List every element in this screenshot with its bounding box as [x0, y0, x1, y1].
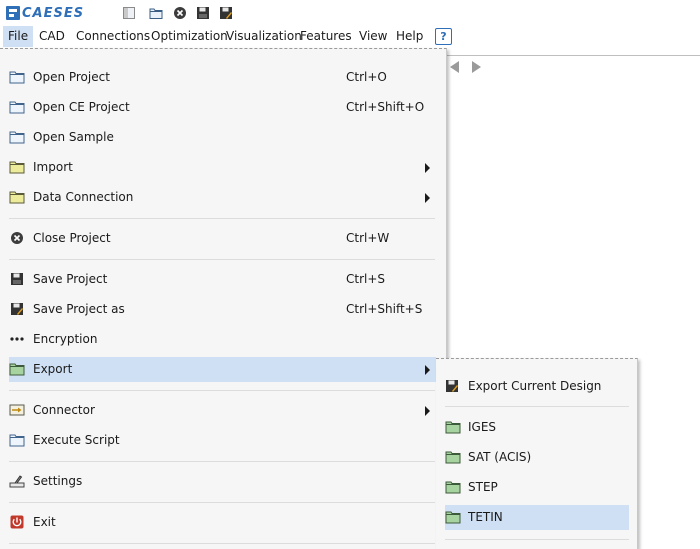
app-logo: CAESES — [6, 5, 84, 21]
menu-help[interactable]: Help — [391, 26, 428, 47]
logo-mark-icon — [6, 6, 20, 20]
submenu-arrow-icon — [425, 193, 430, 203]
submenu-step[interactable]: STEP — [445, 475, 629, 500]
submenu-iges-label: IGES — [468, 420, 497, 434]
menubar: File CAD Connections Optimization Visual… — [0, 26, 700, 48]
save-as-icon — [11, 303, 23, 315]
green-folder-icon — [445, 511, 461, 524]
menu-save-project-as[interactable]: Save Project as Ctrl+Shift+S — [0, 297, 436, 322]
menu-open-ce-project-shortcut: Ctrl+Shift+O — [346, 100, 425, 114]
settings-icon — [9, 475, 25, 488]
menu-save-project-as-shortcut: Ctrl+Shift+S — [346, 302, 423, 316]
menu-features[interactable]: Features — [295, 26, 357, 47]
submenu-tetin[interactable]: TETIN — [445, 505, 629, 530]
help-button[interactable]: ? — [435, 28, 452, 45]
save-icon[interactable] — [196, 6, 210, 20]
green-folder-icon — [445, 421, 461, 434]
save-as-icon — [446, 380, 458, 392]
menu-connections[interactable]: Connections — [71, 26, 155, 47]
menu-optimization[interactable]: Optimization — [146, 26, 233, 47]
submenu-step-label: STEP — [468, 480, 498, 494]
menu-connector[interactable]: Connector — [0, 398, 436, 423]
menu-close-project[interactable]: Close Project Ctrl+W — [0, 226, 436, 251]
menu-separator — [9, 218, 435, 219]
menu-settings-label: Settings — [33, 474, 83, 488]
menu-visualization[interactable]: Visualization — [221, 26, 307, 47]
submenu-arrow-icon — [425, 365, 430, 375]
menu-execute-script-label: Execute Script — [33, 433, 120, 447]
yellow-folder-icon — [9, 191, 25, 204]
menu-exit-label: Exit — [33, 515, 56, 529]
toolbar: CAESES — [0, 0, 700, 26]
menu-save-project[interactable]: Save Project Ctrl+S — [0, 267, 436, 292]
submenu-export-current-design-label: Export Current Design — [468, 379, 602, 393]
menu-open-ce-project-label: Open CE Project — [33, 100, 130, 114]
menu-file[interactable]: File — [3, 26, 34, 47]
menu-separator — [9, 390, 435, 391]
menu-encryption[interactable]: Encryption — [0, 327, 436, 352]
menu-open-ce-project[interactable]: Open CE Project Ctrl+Shift+O — [0, 95, 436, 120]
save-as-icon[interactable] — [219, 6, 233, 20]
green-folder-icon — [445, 481, 461, 494]
menu-cad[interactable]: CAD — [34, 26, 70, 47]
open-folder-icon[interactable] — [149, 6, 163, 20]
folder-open-icon — [9, 101, 25, 114]
menu-import[interactable]: Import — [0, 155, 436, 180]
menu-close-project-label: Close Project — [33, 231, 111, 245]
export-submenu: Export Current Design IGES SAT (ACIS) ST… — [436, 358, 638, 549]
close-circle-icon — [11, 232, 23, 244]
logo-text: CAESES — [22, 5, 85, 21]
menu-connector-label: Connector — [33, 403, 95, 417]
submenu-sat[interactable]: SAT (ACIS) — [445, 445, 629, 470]
menu-close-project-shortcut: Ctrl+W — [346, 231, 390, 245]
power-icon — [10, 515, 24, 529]
menu-separator — [9, 259, 435, 260]
folder-open-icon — [9, 131, 25, 144]
menu-save-project-shortcut: Ctrl+S — [346, 272, 386, 286]
menu-separator — [445, 539, 629, 540]
submenu-tetin-label: TETIN — [468, 510, 503, 524]
menu-open-project-shortcut: Ctrl+O — [346, 70, 387, 84]
submenu-iges[interactable]: IGES — [445, 415, 629, 440]
dots-icon — [10, 337, 24, 341]
green-folder-icon — [445, 451, 461, 464]
menu-exit[interactable]: Exit — [0, 510, 436, 535]
close-circle-icon[interactable] — [173, 6, 187, 20]
connector-icon — [9, 404, 25, 416]
menu-data-connection[interactable]: Data Connection — [0, 185, 436, 210]
green-folder-icon — [9, 363, 25, 376]
menu-import-label: Import — [33, 160, 73, 174]
submenu-arrow-icon — [425, 406, 430, 416]
menu-export[interactable]: Export — [9, 357, 436, 382]
yellow-folder-icon — [9, 161, 25, 174]
submenu-sat-label: SAT (ACIS) — [468, 450, 532, 464]
submenu-arrow-icon — [425, 163, 430, 173]
menu-settings[interactable]: Settings — [0, 469, 436, 494]
menu-separator — [9, 502, 435, 503]
menu-execute-script[interactable]: Execute Script — [0, 428, 436, 453]
menu-separator — [9, 461, 435, 462]
workspace-divider — [446, 55, 700, 56]
save-icon — [11, 273, 23, 285]
menu-open-project-label: Open Project — [33, 70, 110, 84]
menu-export-label: Export — [33, 362, 73, 376]
nav-back-icon[interactable] — [450, 61, 459, 73]
menu-separator — [445, 406, 629, 407]
menu-save-project-label: Save Project — [33, 272, 108, 286]
file-menu: Open Project Ctrl+O Open CE Project Ctrl… — [0, 48, 447, 549]
folder-open-icon — [9, 71, 25, 84]
menu-encryption-label: Encryption — [33, 332, 98, 346]
menu-data-connection-label: Data Connection — [33, 190, 134, 204]
submenu-export-current-design[interactable]: Export Current Design — [445, 374, 629, 399]
menu-separator — [9, 543, 435, 544]
menu-open-project[interactable]: Open Project Ctrl+O — [0, 65, 436, 90]
nav-forward-icon[interactable] — [472, 61, 481, 73]
menu-save-project-as-label: Save Project as — [33, 302, 125, 316]
folder-open-icon — [9, 434, 25, 447]
menu-open-sample-label: Open Sample — [33, 130, 114, 144]
menu-view[interactable]: View — [354, 26, 392, 47]
layout-icon[interactable] — [122, 6, 136, 20]
menu-open-sample[interactable]: Open Sample — [0, 125, 436, 150]
